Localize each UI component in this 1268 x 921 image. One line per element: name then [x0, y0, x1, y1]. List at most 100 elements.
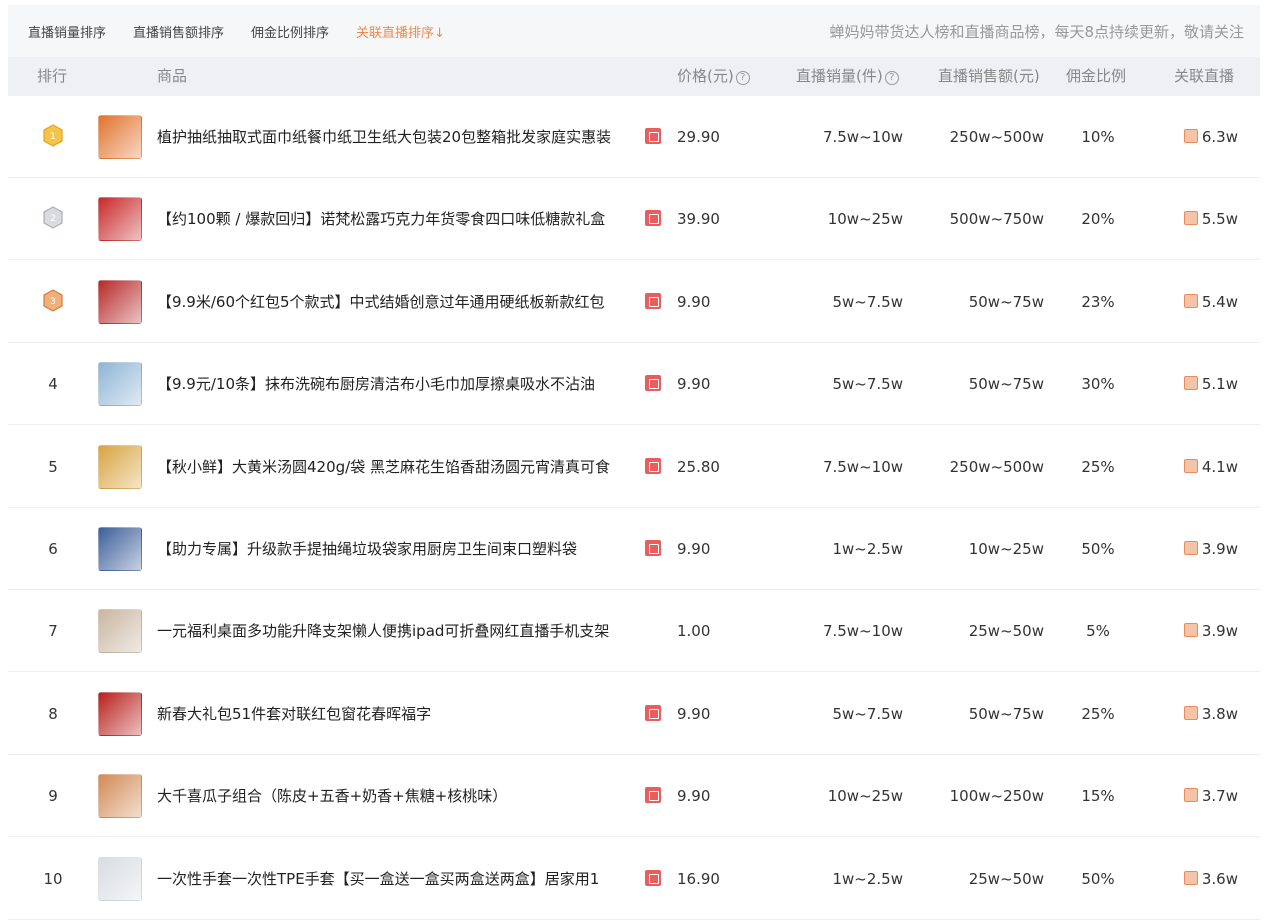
column-related-live[interactable]: 关联直播 — [1174, 57, 1234, 96]
product-name[interactable]: 植护抽纸抽取式面巾纸餐巾纸卫生纸大包装20包整箱批发家庭实惠装 — [157, 96, 611, 178]
related-live-count[interactable]: 5.5w — [1168, 178, 1238, 260]
related-live-value: 5.1w — [1201, 375, 1238, 394]
related-live-count[interactable]: 6.3w — [1168, 96, 1238, 178]
product-thumbnail[interactable] — [98, 362, 142, 407]
medal-rank-number: 1 — [50, 132, 56, 142]
related-live-count[interactable]: 3.9w — [1168, 590, 1238, 672]
product-thumbnail[interactable] — [98, 444, 142, 489]
related-live-count[interactable]: 3.9w — [1168, 508, 1238, 590]
column-live-sales[interactable]: 直播销量(件)? — [796, 57, 899, 96]
product-name[interactable]: 【约100颗 / 爆款回归】诺梵松露巧克力年货零食四口味低糖款礼盒 — [157, 178, 605, 260]
live-sales: 7.5w~10w — [822, 128, 903, 146]
column-price[interactable]: 价格(元)? — [677, 57, 750, 96]
product-name[interactable]: 大千喜瓜子组合（陈皮+五香+奶香+焦糖+核桃味） — [157, 755, 507, 837]
commission-rate: 23% — [1081, 292, 1115, 311]
column-rank: 排行 — [37, 67, 68, 85]
product-ranking-panel: 直播销量排序 直播销售额排序 佣金比例排序 关联直播排序↓ 蝉妈妈带货达人榜和直… — [0, 0, 1268, 921]
commission-rate: 20% — [1081, 210, 1115, 229]
live-sales: 7.5w~10w — [822, 457, 903, 476]
rank-number: 9 — [48, 787, 58, 806]
live-revenue: 10w~25w — [968, 540, 1044, 558]
live-stream-icon — [1183, 788, 1198, 803]
product-thumbnail[interactable] — [98, 774, 142, 819]
table-row[interactable]: 8 新春大礼包51件套对联红包窗花春晖福字 9.90 5w~7.5w 50w~75w 25… — [8, 673, 1260, 755]
table-row[interactable]: 7 一元福利桌面多功能升降支架懒人便携ipad可折叠网红直播手机支架 1.00 7.5… — [8, 590, 1260, 673]
product-name[interactable]: 一次性手套一次性TPE手套【买一盒送一盒买两盒送两盒】居家用1 — [157, 838, 599, 920]
live-sales: 7.5w~10w — [822, 622, 903, 641]
live-revenue: 50w~75w — [968, 292, 1044, 311]
table-row[interactable]: 1 植护抽纸抽取式面巾纸餐巾纸卫生纸大包装20包整箱批发家庭实惠装 29.90 7.5… — [8, 96, 1260, 178]
sort-by-related-live-tab[interactable]: 关联直播排序↓ — [356, 22, 445, 41]
table-row[interactable]: 3 【9.9米/60个红包5个款式】中式结婚创意过年通用硬纸板新款红包 9.90 5w… — [8, 261, 1260, 343]
related-live-count[interactable]: 5.4w — [1168, 261, 1238, 343]
related-live-value: 3.7w — [1201, 787, 1238, 806]
live-sales: 1w~2.5w — [832, 869, 903, 888]
table-row[interactable]: 2 【约100颗 / 爆款回归】诺梵松露巧克力年货零食四口味低糖款礼盒 39.90 1… — [8, 178, 1260, 261]
related-live-count[interactable]: 3.7w — [1168, 755, 1238, 837]
product-thumbnail[interactable] — [98, 115, 142, 159]
live-revenue: 500w~750w — [949, 210, 1044, 229]
table-row[interactable]: 5 【秋小鲜】大黄米汤圆420g/袋 黑芝麻花生馅香甜汤圆元宵清真可食 25.80 7… — [8, 426, 1260, 508]
table-row[interactable]: 10 一次性手套一次性TPE手套【买一盒送一盒买两盒送两盒】居家用1 16.90 1w… — [8, 838, 1260, 920]
product-thumbnail[interactable] — [98, 609, 142, 654]
shop-cart-icon[interactable] — [645, 210, 661, 227]
product-name[interactable]: 一元福利桌面多功能升降支架懒人便携ipad可折叠网红直播手机支架 — [157, 590, 609, 672]
shop-cart-icon[interactable] — [645, 457, 661, 474]
shop-cart-icon[interactable] — [645, 540, 661, 556]
shop-cart-icon[interactable] — [645, 375, 661, 392]
sort-by-commission-tab[interactable]: 佣金比例排序 — [251, 22, 329, 41]
column-live-revenue[interactable]: 直播销售额(元) — [938, 57, 1040, 96]
live-stream-icon — [1183, 870, 1198, 885]
commission-rate: 15% — [1081, 787, 1115, 806]
product-thumbnail[interactable] — [98, 279, 142, 324]
product-price: 9.90 — [677, 704, 711, 723]
sort-by-live-sales-tab[interactable]: 直播销量排序 — [28, 22, 106, 41]
live-stream-icon — [1183, 129, 1198, 143]
related-live-count[interactable]: 5.1w — [1168, 343, 1238, 425]
product-price: 29.90 — [677, 128, 720, 146]
product-name[interactable]: 【助力专属】升级款手提抽绳垃圾袋家用厨房卫生间束口塑料袋 — [157, 508, 577, 590]
silver-medal-icon: 2 — [43, 206, 63, 230]
shop-cart-icon[interactable] — [645, 704, 661, 721]
price-help-icon[interactable]: ? — [735, 71, 750, 85]
live-stream-icon — [1183, 541, 1198, 555]
related-live-count[interactable]: 3.6w — [1168, 838, 1238, 920]
rank-number: 6 — [48, 540, 58, 558]
product-name[interactable]: 新春大礼包51件套对联红包窗花春晖福字 — [157, 673, 431, 755]
product-name[interactable]: 【秋小鲜】大黄米汤圆420g/袋 黑芝麻花生馅香甜汤圆元宵清真可食 — [157, 426, 610, 508]
live-sales: 10w~25w — [827, 787, 903, 806]
commission-rate: 30% — [1081, 375, 1115, 394]
product-name[interactable]: 【9.9元/10条】抹布洗碗布厨房清洁布小毛巾加厚擦桌吸水不沾油 — [157, 343, 595, 425]
shop-cart-icon[interactable] — [645, 128, 661, 144]
column-commission[interactable]: 佣金比例 — [1066, 57, 1126, 96]
product-thumbnail[interactable] — [98, 527, 142, 571]
table-row[interactable]: 4 【9.9元/10条】抹布洗碗布厨房清洁布小毛巾加厚擦桌吸水不沾油 9.90 5w~… — [8, 343, 1260, 426]
commission-rate: 5% — [1086, 622, 1110, 641]
rank-number: 7 — [48, 622, 58, 641]
live-revenue: 50w~75w — [968, 375, 1044, 394]
table-row[interactable]: 9 大千喜瓜子组合（陈皮+五香+奶香+焦糖+核桃味） 9.90 10w~25w 100w… — [8, 755, 1260, 838]
product-thumbnail[interactable] — [98, 197, 142, 242]
table-row[interactable]: 6 【助力专属】升级款手提抽绳垃圾袋家用厨房卫生间束口塑料袋 9.90 1w~2.5w… — [8, 508, 1260, 590]
shop-cart-icon[interactable] — [645, 787, 661, 804]
product-thumbnail[interactable] — [98, 691, 142, 736]
live-revenue: 250w~500w — [949, 457, 1044, 476]
sort-by-live-revenue-tab[interactable]: 直播销售额排序 — [133, 22, 224, 41]
shop-cart-icon[interactable] — [645, 292, 661, 309]
related-live-count[interactable]: 3.8w — [1168, 673, 1238, 755]
live-sales-help-icon[interactable]: ? — [884, 71, 899, 85]
sort-desc-arrow-icon: ↓ — [434, 25, 445, 41]
shop-cart-icon[interactable] — [645, 869, 661, 886]
product-price: 25.80 — [677, 457, 720, 476]
rank-number: 8 — [48, 704, 58, 723]
product-thumbnail[interactable] — [98, 856, 142, 901]
product-name[interactable]: 【9.9米/60个红包5个款式】中式结婚创意过年通用硬纸板新款红包 — [157, 261, 605, 343]
related-live-count[interactable]: 4.1w — [1168, 426, 1238, 508]
medal-rank-number: 2 — [50, 214, 56, 224]
live-stream-icon — [1183, 458, 1198, 473]
rank-number: 10 — [43, 869, 63, 888]
live-revenue: 25w~50w — [968, 869, 1044, 888]
table-header: 排行 商品 价格(元)? 直播销量(件)? 直播销售额(元) 佣金比例 关联直播 — [8, 57, 1260, 96]
live-revenue: 50w~75w — [968, 704, 1044, 723]
commission-rate: 50% — [1081, 540, 1115, 558]
